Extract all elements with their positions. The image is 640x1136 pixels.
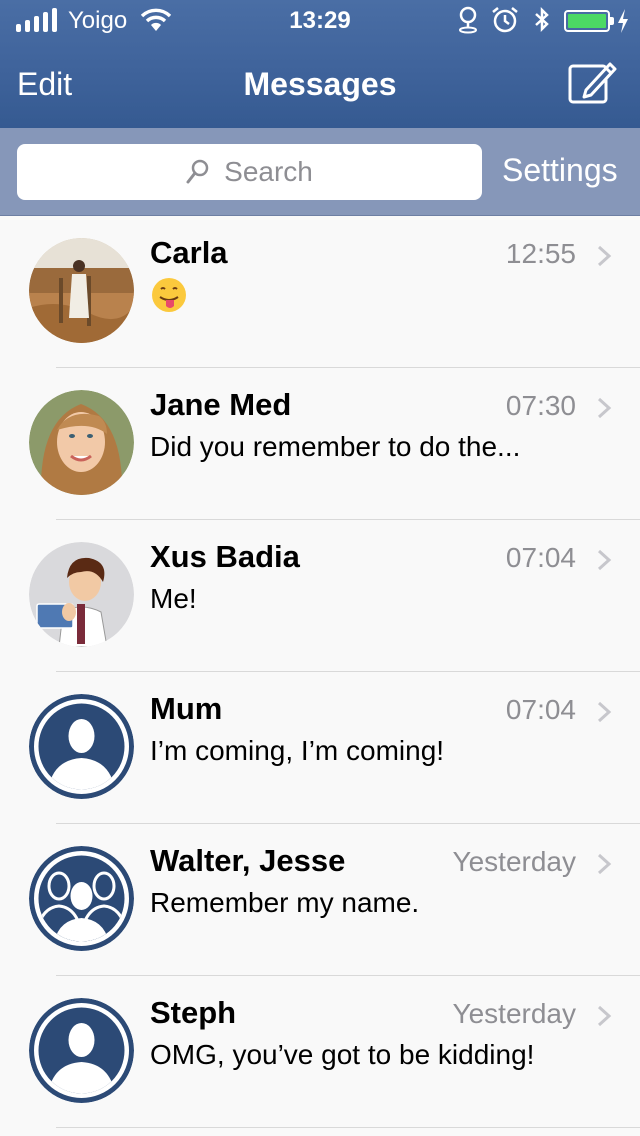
contact-name: Carla	[150, 235, 228, 270]
search-placeholder: Search	[224, 156, 313, 187]
chevron-right-icon	[597, 701, 612, 723]
chevron-right-icon	[597, 397, 612, 419]
message-preview: I’m coming, I’m coming!	[150, 735, 445, 766]
conversation-row[interactable]: Steph Yesterday OMG, you’ve got to be ki…	[0, 976, 640, 1128]
row-separator	[56, 1127, 640, 1128]
contact-name: Walter, Jesse	[150, 843, 346, 878]
message-time: 07:04	[505, 542, 576, 573]
status-bar: Yoigo 13:29	[0, 0, 640, 42]
header-bar: Yoigo 13:29 Edit Messages	[0, 0, 640, 128]
chevron-right-icon	[597, 853, 612, 875]
message-time: Yesterday	[452, 846, 577, 877]
message-time: 07:30	[505, 390, 576, 421]
contact-name: Xus Badia	[150, 539, 300, 574]
message-time: 07:04	[505, 694, 576, 725]
contact-name: Jane Med	[150, 387, 292, 422]
charging-icon	[618, 9, 628, 33]
message-preview: Did you remember to do the...	[150, 431, 521, 462]
chevron-right-icon	[597, 245, 612, 267]
conversation-row[interactable]: Xus Badia 07:04 Me!	[0, 520, 640, 672]
avatar	[29, 542, 134, 647]
chevron-right-icon	[597, 1005, 612, 1027]
conversation-list: Carla 12:55 Jane Med 07:30 Did you remem…	[0, 216, 640, 1128]
avatar	[29, 390, 134, 495]
contact-name: Steph	[150, 995, 237, 1030]
message-time: Yesterday	[452, 998, 577, 1029]
tongue-out-emoji-icon	[152, 278, 186, 312]
conversation-row[interactable]: Jane Med 07:30 Did you remember to do th…	[0, 368, 640, 520]
bluetooth-icon	[535, 6, 549, 33]
message-time: 12:55	[505, 238, 576, 269]
search-icon	[186, 159, 209, 184]
battery-icon	[564, 10, 614, 32]
search-input[interactable]: Search	[17, 144, 482, 200]
message-preview: Me!	[150, 583, 197, 614]
message-preview: Remember my name.	[150, 887, 420, 918]
default-person-icon	[29, 694, 134, 799]
location-icon	[459, 6, 477, 34]
message-preview: OMG, you’ve got to be kidding!	[150, 1039, 535, 1070]
conversation-row[interactable]: Mum 07:04 I’m coming, I’m coming!	[0, 672, 640, 824]
conversation-row[interactable]: Carla 12:55	[0, 216, 640, 368]
alarm-icon	[492, 7, 518, 33]
default-group-icon	[29, 846, 134, 951]
compose-icon[interactable]	[566, 58, 618, 106]
avatar	[29, 238, 134, 343]
conversation-row[interactable]: Walter, Jesse Yesterday Remember my name…	[0, 824, 640, 976]
settings-button[interactable]: Settings	[502, 150, 618, 190]
default-person-icon	[29, 998, 134, 1103]
contact-name: Mum	[150, 691, 223, 726]
chevron-right-icon	[597, 549, 612, 571]
page-title: Messages	[243, 66, 397, 102]
